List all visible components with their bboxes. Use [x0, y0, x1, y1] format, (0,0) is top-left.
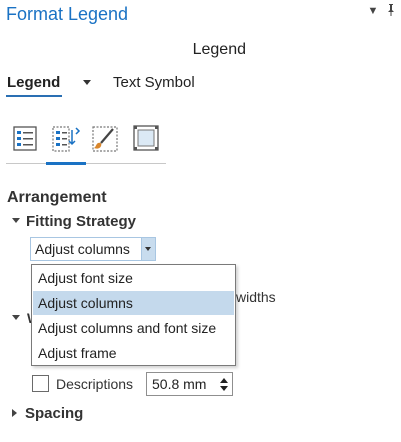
descriptions-label: Descriptions	[56, 376, 134, 392]
descriptions-width-spinner[interactable]: 50.8 mm	[146, 372, 233, 396]
fitting-strategy-dropdown-list: Adjust font size Adjust columns Adjust c…	[31, 264, 236, 366]
group-header-label: Fitting Strategy	[26, 213, 137, 230]
spinner-down-icon[interactable]	[220, 386, 228, 391]
dropdown-option[interactable]: Adjust font size	[33, 266, 234, 290]
group-header-fitting-strategy[interactable]: Fitting Strategy	[12, 213, 136, 230]
fitting-strategy-combobox[interactable]: Adjust columns	[30, 237, 156, 261]
icon-tabs-divider	[6, 163, 166, 164]
spinner-up-icon[interactable]	[220, 378, 228, 383]
spinner-value: 50.8 mm	[152, 376, 207, 392]
icon-tab-active-indicator	[46, 162, 86, 165]
arrangement-icon[interactable]	[50, 122, 82, 154]
tab-legend[interactable]: Legend	[7, 74, 60, 91]
chevron-down-icon[interactable]	[12, 315, 20, 320]
section-title-arrangement: Arrangement	[7, 189, 107, 206]
tab-dropdown-chevron-icon[interactable]	[83, 80, 91, 85]
chevron-down-icon[interactable]: ▼	[366, 3, 380, 19]
element-name: Legend	[192, 41, 246, 58]
tab-text-symbol[interactable]: Text Symbol	[113, 74, 195, 91]
descriptions-checkbox[interactable]	[32, 375, 49, 392]
group-header-spacing[interactable]: Spacing	[12, 405, 83, 422]
options-icon[interactable]	[10, 122, 42, 154]
dropdown-option-selected[interactable]: Adjust columns	[33, 291, 234, 315]
display-frame-icon[interactable]	[130, 122, 162, 154]
pin-icon-graphic	[388, 4, 394, 16]
combobox-value: Adjust columns	[35, 241, 130, 257]
chevron-right-icon	[12, 409, 17, 418]
dropdown-option[interactable]: Adjust columns and font size	[33, 316, 234, 340]
pane-title: Format Legend	[6, 4, 129, 24]
partially-hidden-label: widths	[236, 289, 276, 305]
dropdown-option[interactable]: Adjust frame	[33, 341, 234, 365]
combobox-dropdown-button[interactable]	[141, 238, 155, 260]
chevron-down-icon	[12, 217, 20, 223]
pin-icon[interactable]	[384, 3, 398, 19]
tab-active-underline	[6, 95, 62, 97]
chevron-down-icon	[145, 247, 151, 251]
symbol-brush-icon[interactable]	[90, 122, 122, 154]
group-header-label: Spacing	[25, 405, 84, 422]
